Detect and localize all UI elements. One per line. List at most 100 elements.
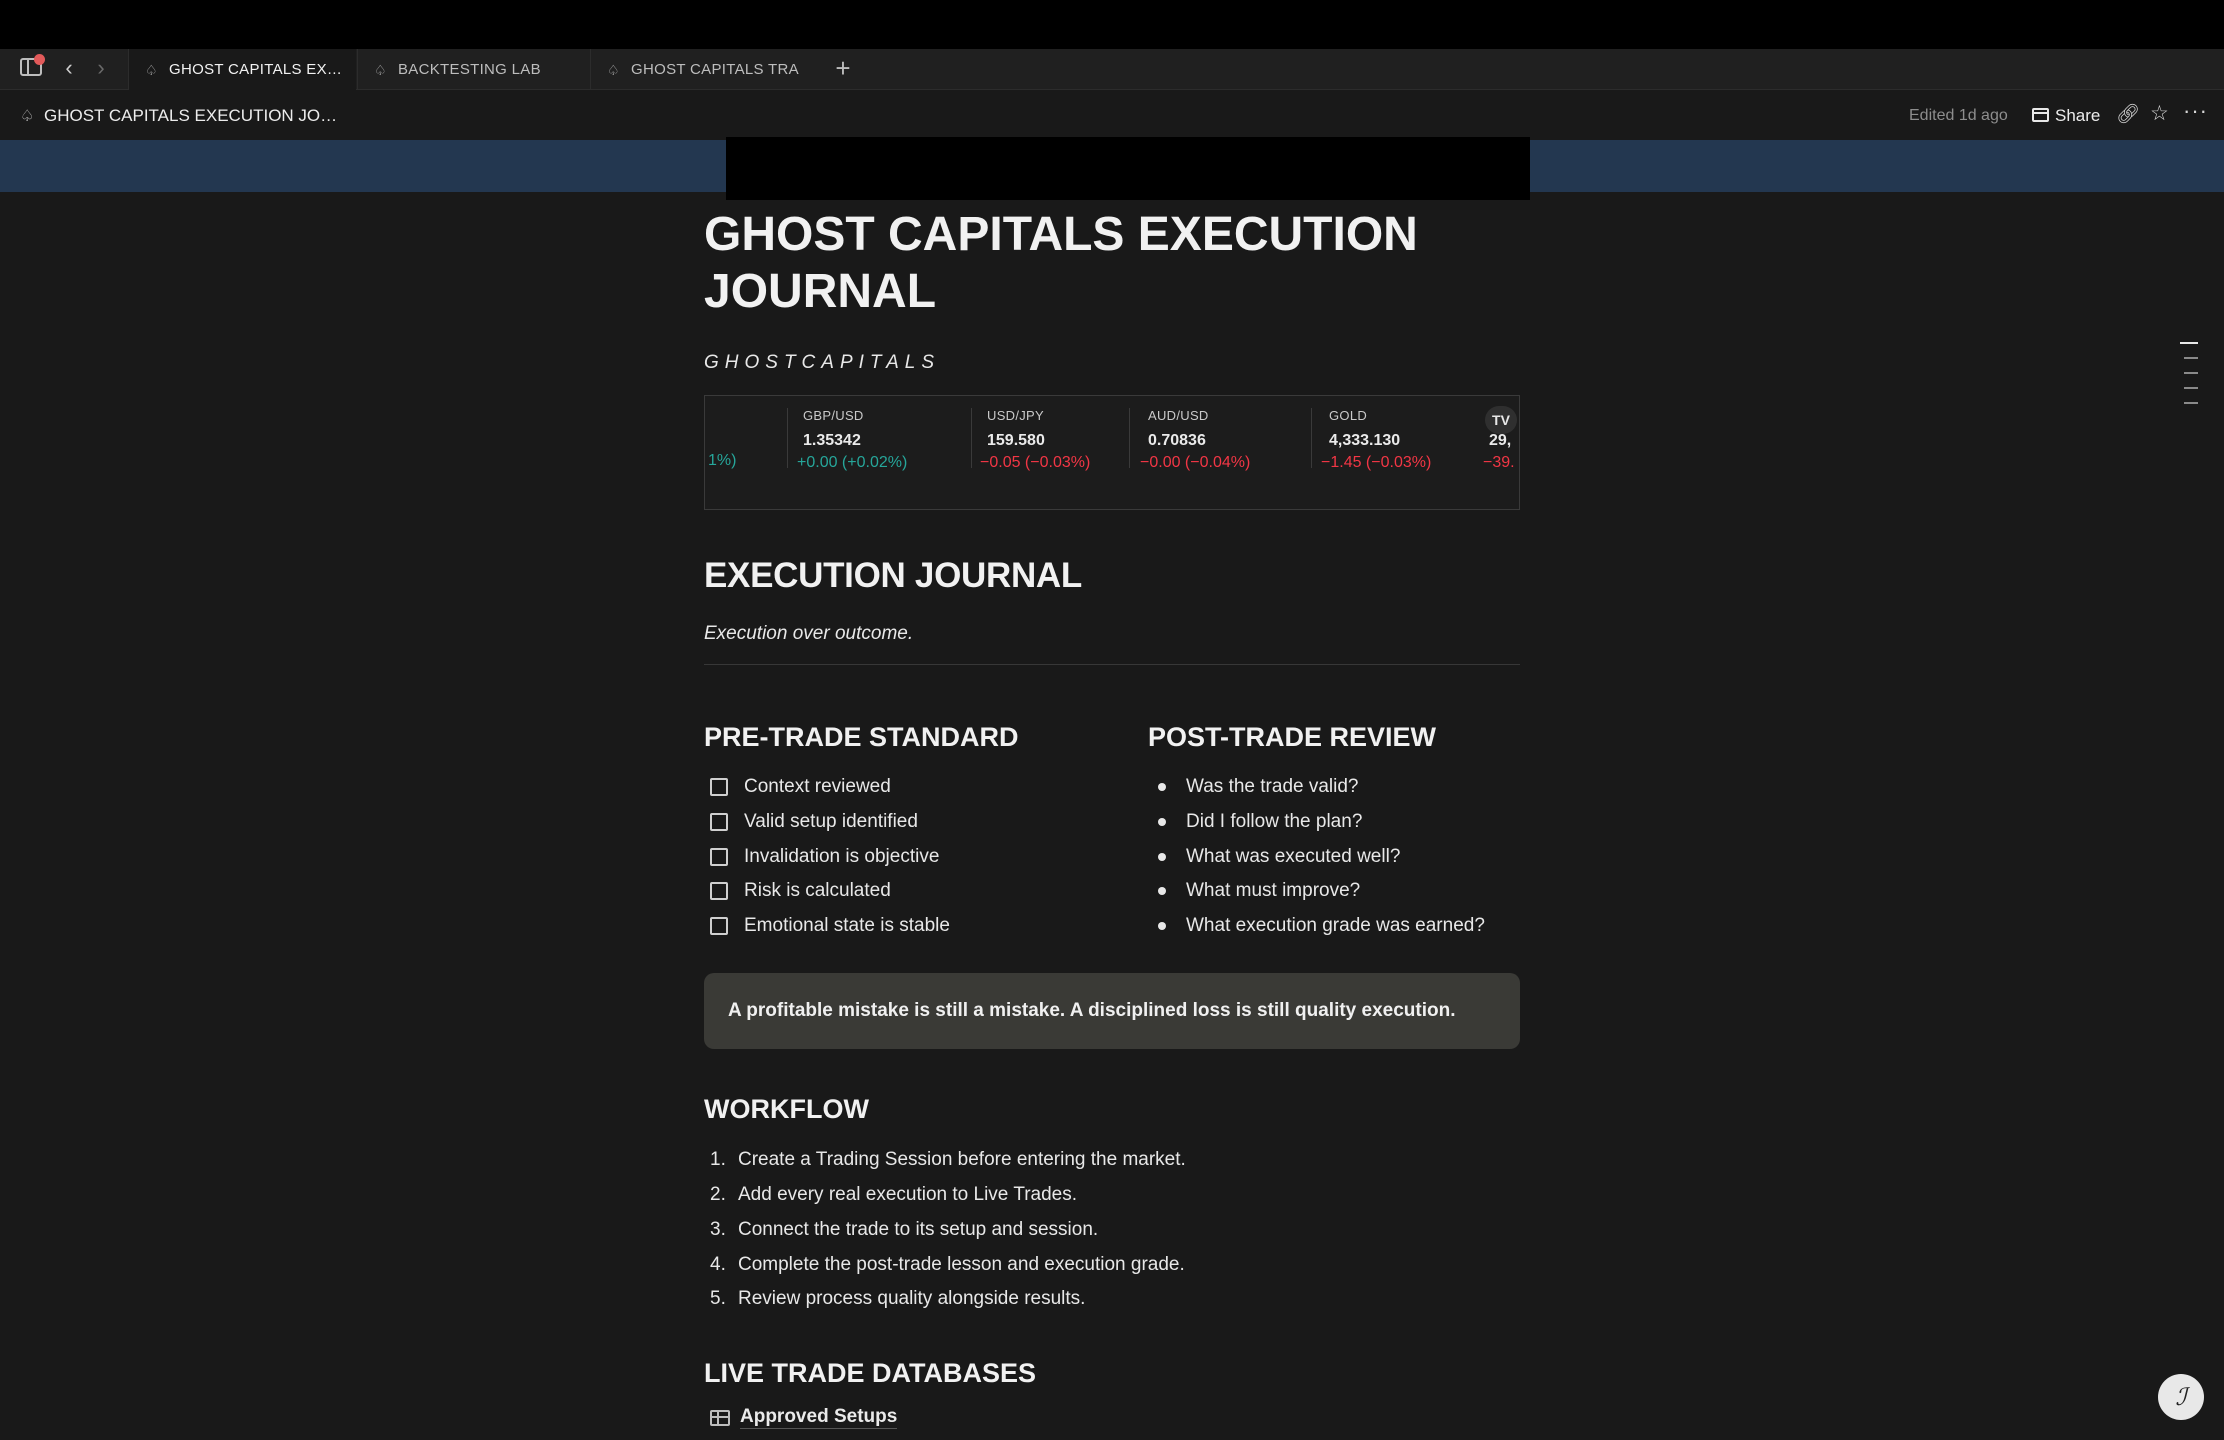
tradingview-logo-icon[interactable]: TV — [1485, 406, 1517, 434]
chevron-right-icon[interactable]: › — [90, 57, 112, 79]
bullet-item: What execution grade was earned? — [1148, 912, 1485, 940]
callout-text: A profitable mistake is still a mistake.… — [728, 1000, 1456, 1021]
tab-bar: ‹ › ♤ GHOST CAPITALS EX… ♤ BACKTESTING L… — [0, 49, 2224, 90]
tab-execution-journal[interactable]: ♤ GHOST CAPITALS EX… — [128, 49, 356, 90]
checklist-item[interactable]: Valid setup identified — [704, 808, 918, 836]
ticker-price: 29, — [1489, 432, 1512, 449]
toc-marker[interactable] — [2180, 342, 2198, 344]
bullet-label: Was the trade valid? — [1186, 776, 1359, 797]
step-number: 1. — [710, 1149, 726, 1170]
system-bar — [0, 0, 2224, 49]
checklist-item[interactable]: Risk is calculated — [704, 877, 891, 905]
ticker-change: −39. — [1483, 454, 1515, 471]
new-tab-button[interactable]: + — [830, 53, 856, 83]
section-heading-workflow: WORKFLOW — [704, 1094, 869, 1124]
checklist-label: Context reviewed — [744, 776, 891, 797]
tab-backtesting-lab[interactable]: ♤ BACKTESTING LAB — [357, 49, 589, 90]
section-heading-pretrade: PRE-TRADE STANDARD — [704, 722, 1019, 752]
link-icon[interactable]: 🔗︎ — [2116, 102, 2140, 126]
ticker-change: −0.05 (−0.03%) — [980, 454, 1091, 471]
checklist-item[interactable]: Emotional state is stable — [704, 912, 950, 940]
ticker-price: 159.580 — [987, 432, 1045, 449]
ticker-price: 0.70836 — [1148, 432, 1206, 449]
bullet-icon — [1158, 853, 1166, 861]
step-label: Review process quality alongside results… — [738, 1288, 1086, 1309]
checkbox[interactable] — [710, 778, 728, 796]
ticker-change: −0.00 (−0.04%) — [1140, 454, 1251, 471]
table-of-contents[interactable] — [2180, 342, 2198, 417]
workflow-step: 2. Add every real execution to Live Trade… — [704, 1181, 1077, 1209]
workflow-step: 1. Create a Trading Session before enteri… — [704, 1146, 1186, 1174]
toc-marker[interactable] — [2184, 372, 2198, 374]
ticker-divider — [971, 408, 972, 468]
ghost-page-icon: ♤ — [374, 61, 387, 78]
brand-subtitle: GHOSTCAPITALS — [704, 352, 941, 373]
notification-badge — [34, 54, 45, 65]
ghost-page-icon: ♤ — [20, 108, 35, 125]
bullet-label: Did I follow the plan? — [1186, 811, 1363, 832]
ticker-price: 4,333.130 — [1329, 432, 1401, 449]
more-icon[interactable]: ··· — [2183, 98, 2208, 124]
step-number: 5. — [710, 1288, 726, 1309]
bullet-icon — [1158, 922, 1166, 930]
section-heading-posttrade: POST-TRADE REVIEW — [1148, 722, 1437, 752]
ticker-item[interactable]: USD/JPY 159.580 −0.05 (−0.03%) — [980, 408, 1090, 472]
checklist-item[interactable]: Context reviewed — [704, 773, 891, 801]
chevron-left-icon[interactable]: ‹ — [58, 57, 80, 79]
step-label: Create a Trading Session before entering… — [738, 1149, 1186, 1170]
ghost-page-icon: ♤ — [145, 61, 158, 78]
step-label: Connect the trade to its setup and sessi… — [738, 1219, 1099, 1240]
checklist-label: Invalidation is objective — [744, 846, 940, 867]
tab-ghost-capitals-trades[interactable]: ♤ GHOST CAPITALS TRA — [590, 49, 806, 90]
cover-image — [726, 137, 1530, 200]
ticker-symbol: GBP/USD — [803, 408, 864, 423]
ticker-item[interactable]: GOLD 4,333.130 −1.45 (−0.03%) — [1321, 408, 1431, 472]
section-heading-journal: EXECUTION JOURNAL — [704, 556, 1082, 595]
page-title: GHOST CAPITALS EXECUTION JOURNAL — [704, 208, 1418, 318]
breadcrumb[interactable]: GHOST CAPITALS EXECUTION JO… — [44, 106, 337, 126]
table-icon — [710, 1409, 730, 1426]
toc-marker[interactable] — [2184, 357, 2198, 359]
workflow-step: 5. Review process quality alongside resul… — [704, 1285, 1085, 1313]
section-heading-databases: LIVE TRADE DATABASES — [704, 1358, 1037, 1388]
step-label: Add every real execution to Live Trades. — [738, 1184, 1078, 1205]
bullet-label: What must improve? — [1186, 880, 1361, 901]
bullet-item: Did I follow the plan? — [1148, 808, 1362, 836]
edited-status: Edited 1d ago — [1909, 107, 2008, 124]
workflow-step: 4. Complete the post-trade lesson and exe… — [704, 1251, 1185, 1279]
ticker-partial-change: 1%) — [708, 452, 737, 469]
ticker-widget[interactable]: 1%) GBP/USD 1.35342 +0.00 (+0.02%) USD/J… — [704, 395, 1520, 510]
tab-label: GHOST CAPITALS TRA — [631, 61, 799, 78]
star-icon[interactable]: ☆ — [2150, 101, 2169, 126]
checkbox[interactable] — [710, 882, 728, 900]
checklist-label: Valid setup identified — [744, 811, 918, 832]
checkbox[interactable] — [710, 813, 728, 831]
ticker-symbol: USD/JPY — [987, 408, 1045, 423]
bullet-icon — [1158, 887, 1166, 895]
ticker-symbol: GOLD — [1329, 408, 1368, 423]
toc-marker[interactable] — [2184, 387, 2198, 389]
ticker-change: +0.00 (+0.02%) — [797, 454, 908, 471]
database-link-approved-setups[interactable]: Approved Setups — [704, 1406, 898, 1429]
help-icon[interactable]: ℐ — [2158, 1374, 2204, 1420]
page-header: ♤ GHOST CAPITALS EXECUTION JO… Edited 1d… — [0, 90, 2224, 140]
bullet-label: What was executed well? — [1186, 846, 1401, 867]
bullet-label: What execution grade was earned? — [1186, 915, 1485, 936]
ticker-item[interactable]: GBP/USD 1.35342 +0.00 (+0.02%) — [797, 408, 907, 472]
ticker-divider — [1311, 408, 1312, 468]
checklist-label: Risk is calculated — [744, 880, 891, 901]
ticker-price: 1.35342 — [803, 432, 861, 449]
ticker-divider — [1129, 408, 1130, 468]
ticker-symbol: AUD/USD — [1148, 408, 1209, 423]
checkbox[interactable] — [710, 848, 728, 866]
ticker-divider — [787, 408, 788, 468]
checkbox[interactable] — [710, 917, 728, 935]
tab-label: GHOST CAPITALS EX… — [169, 61, 343, 78]
bullet-item: What must improve? — [1148, 877, 1360, 905]
share-button[interactable]: Share — [2055, 106, 2100, 126]
checklist-item[interactable]: Invalidation is objective — [704, 843, 939, 871]
toc-marker[interactable] — [2184, 402, 2198, 404]
ticker-item[interactable]: AUD/USD 0.70836 −0.00 (−0.04%) — [1140, 408, 1250, 472]
bullet-item: What was executed well? — [1148, 843, 1400, 871]
workflow-step: 3. Connect the trade to its setup and ses… — [704, 1216, 1098, 1244]
